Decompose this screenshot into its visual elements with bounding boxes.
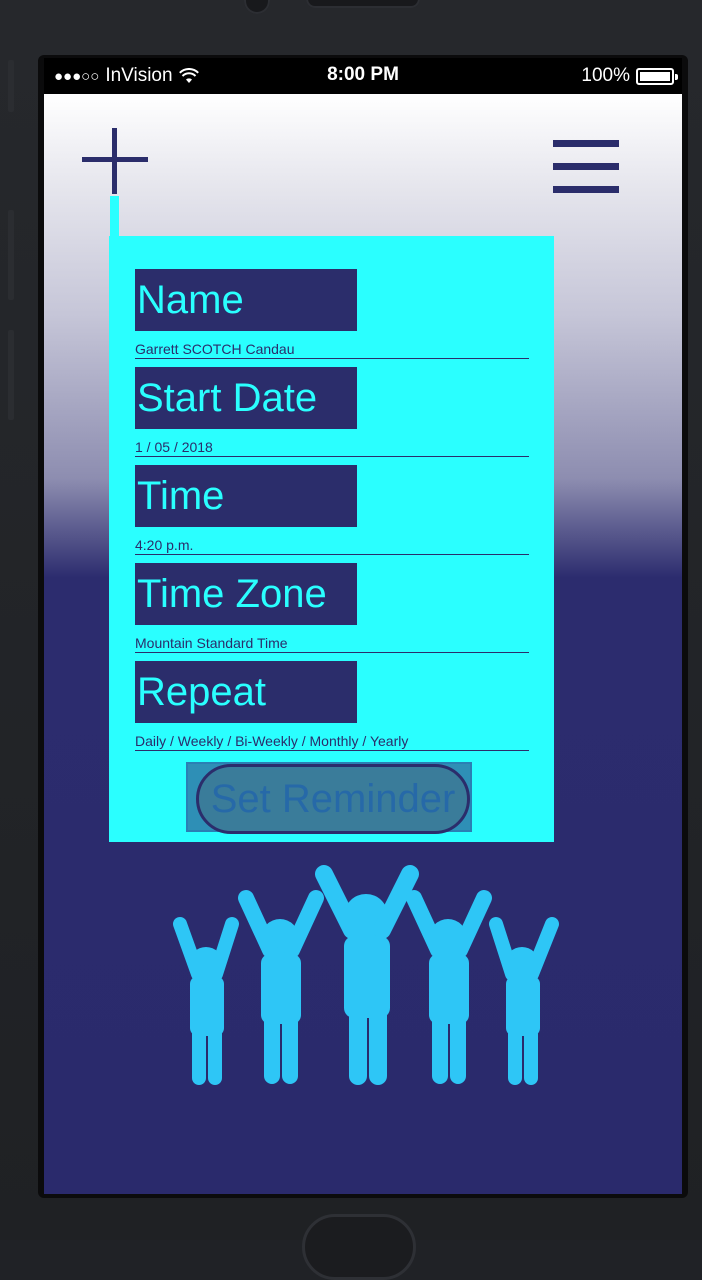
plus-connector [110,196,119,236]
time-zone-field[interactable]: Time Zone Mountain Standard Time [135,563,529,653]
status-bar: ●●●○○ InVision 8:00 PM 100% [44,58,682,94]
name-label-box: Name [135,269,357,331]
start-date-label-box: Start Date [135,367,357,429]
mute-switch [8,60,14,112]
name-field[interactable]: Name Garrett SCOTCH Candau [135,269,529,359]
time-label: Time [137,474,225,518]
volume-up-button [8,210,14,300]
speaker-slot [306,0,420,8]
app-screen: Name Garrett SCOTCH Candau Start Date 1 … [44,94,682,1194]
time-zone-input[interactable]: Mountain Standard Time [135,635,529,653]
time-zone-label: Time Zone [137,572,327,616]
people-celebrating-icon [173,865,559,1085]
reminder-form: Name Garrett SCOTCH Candau Start Date 1 … [109,236,554,842]
hamburger-menu-icon[interactable] [553,140,619,194]
time-zone-label-box: Time Zone [135,563,357,625]
time-label-box: Time [135,465,357,527]
repeat-input[interactable]: Daily / Weekly / Bi-Weekly / Monthly / Y… [135,733,529,751]
name-label: Name [137,278,244,322]
repeat-field[interactable]: Repeat Daily / Weekly / Bi-Weekly / Mont… [135,661,529,751]
battery-icon [636,67,678,85]
set-reminder-hotspot: Set Reminder [186,762,472,834]
battery-percent: 100% [581,65,630,86]
camera-dot [244,0,270,14]
home-button[interactable] [302,1214,416,1280]
repeat-label-box: Repeat [135,661,357,723]
plus-icon[interactable] [82,128,148,194]
set-reminder-button[interactable]: Set Reminder [196,764,470,834]
name-input[interactable]: Garrett SCOTCH Candau [135,341,529,359]
volume-down-button [8,330,14,420]
start-date-label: Start Date [137,376,318,420]
time-field[interactable]: Time 4:20 p.m. [135,465,529,555]
start-date-field[interactable]: Start Date 1 / 05 / 2018 [135,367,529,457]
time-input[interactable]: 4:20 p.m. [135,537,529,555]
repeat-label: Repeat [137,670,266,714]
start-date-input[interactable]: 1 / 05 / 2018 [135,439,529,457]
